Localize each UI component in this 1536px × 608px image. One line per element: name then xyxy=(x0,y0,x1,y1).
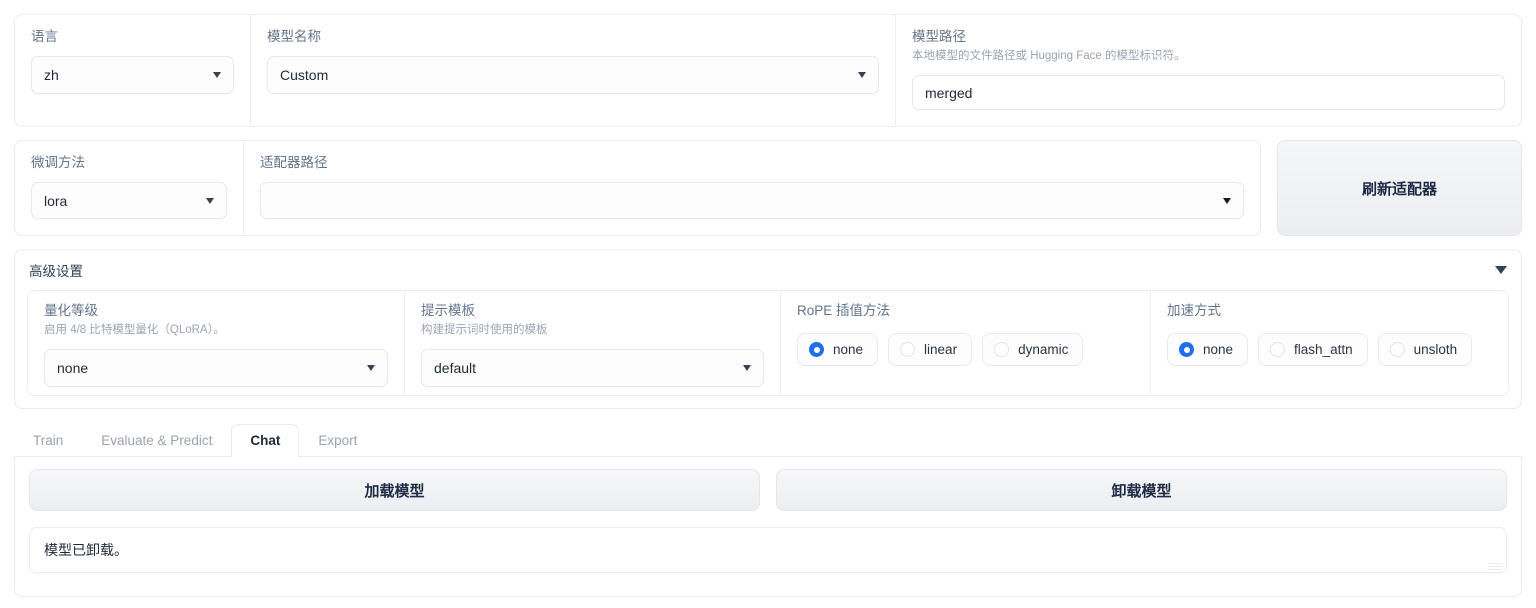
chevron-down-icon xyxy=(858,72,866,78)
quantization-value: none xyxy=(57,360,89,376)
finetune-method-field: 微调方法 lora xyxy=(15,141,243,235)
chevron-down-icon xyxy=(743,365,751,371)
radio-selected-icon xyxy=(809,342,824,357)
chevron-down-icon xyxy=(213,72,221,78)
quantization-label: 量化等级 xyxy=(44,303,98,318)
tab-train[interactable]: Train xyxy=(14,424,82,457)
rope-option-none[interactable]: none xyxy=(797,333,879,366)
rope-option-linear-label: linear xyxy=(924,342,958,357)
booster-option-flash-attn-label: flash_attn xyxy=(1294,342,1353,357)
booster-option-flash-attn[interactable]: flash_attn xyxy=(1258,333,1368,366)
template-value: default xyxy=(434,360,477,376)
quantization-dropdown[interactable]: none xyxy=(44,349,388,387)
model-name-dropdown[interactable]: Custom xyxy=(267,56,879,94)
booster-field: 加速方式 none flash_attn unsloth xyxy=(1150,291,1508,395)
finetune-panel: 微调方法 lora 适配器路径 xyxy=(14,140,1261,236)
model-path-description: 本地模型的文件路径或 Hugging Face 的模型标识符。 xyxy=(912,50,1186,62)
adapter-path-label: 适配器路径 xyxy=(260,155,328,170)
rope-scaling-label: RoPE 插值方法 xyxy=(797,303,891,318)
radio-unselected-icon xyxy=(1389,342,1405,357)
language-label: 语言 xyxy=(31,29,58,44)
booster-option-unsloth-label: unsloth xyxy=(1413,342,1458,357)
adapter-path-dropdown[interactable] xyxy=(260,182,1244,219)
llama-factory-webui: 语言 zh 模型名称 Custom 模型路径 本地模型的文件路径或 Huggin… xyxy=(0,0,1536,608)
chevron-down-icon xyxy=(367,365,375,371)
model-status-textbox[interactable]: 模型已卸载。 xyxy=(29,527,1507,573)
language-value: zh xyxy=(44,67,59,83)
advanced-settings-body: 量化等级 启用 4/8 比特模型量化（QLoRA）。 none 提示模板 构建提… xyxy=(27,290,1509,396)
chevron-down-icon xyxy=(206,197,214,204)
advanced-settings-title: 高级设置 xyxy=(29,264,83,279)
adapter-path-field: 适配器路径 xyxy=(243,141,1260,235)
model-config-panel: 语言 zh 模型名称 Custom 模型路径 本地模型的文件路径或 Huggin… xyxy=(14,14,1522,127)
finetune-method-value: lora xyxy=(44,192,68,209)
model-status-text: 模型已卸载。 xyxy=(44,542,128,558)
model-name-value: Custom xyxy=(280,67,329,83)
model-path-field: 模型路径 本地模型的文件路径或 Hugging Face 的模型标识符。 mer… xyxy=(895,15,1521,126)
rope-scaling-field: RoPE 插值方法 none linear dynamic xyxy=(780,291,1150,395)
booster-option-none[interactable]: none xyxy=(1167,333,1249,366)
language-dropdown[interactable]: zh xyxy=(31,56,234,94)
rope-option-linear[interactable]: linear xyxy=(888,333,973,366)
booster-option-none-label: none xyxy=(1203,342,1234,357)
main-tabs: Train Evaluate & Predict Chat Export xyxy=(14,424,1522,457)
chat-panel: 加载模型 卸载模型 模型已卸载。 xyxy=(14,457,1522,597)
tab-export[interactable]: Export xyxy=(299,424,376,457)
refresh-adapters-button[interactable]: 刷新适配器 xyxy=(1277,140,1522,236)
load-model-button[interactable]: 加载模型 xyxy=(29,469,760,511)
language-field: 语言 zh xyxy=(15,15,250,126)
advanced-settings-header[interactable]: 高级设置 xyxy=(15,250,1521,290)
booster-label: 加速方式 xyxy=(1167,303,1221,318)
radio-unselected-icon xyxy=(1270,342,1286,357)
tab-chat[interactable]: Chat xyxy=(231,424,300,457)
unload-model-button[interactable]: 卸载模型 xyxy=(776,469,1507,511)
template-dropdown[interactable]: default xyxy=(421,349,764,387)
model-path-label: 模型路径 xyxy=(912,29,966,44)
rope-option-dynamic[interactable]: dynamic xyxy=(982,333,1084,366)
quantization-description: 启用 4/8 比特模型量化（QLoRA）。 xyxy=(44,324,225,336)
booster-radio-group: none flash_attn unsloth xyxy=(1167,333,1492,366)
radio-unselected-icon xyxy=(994,342,1010,357)
finetune-row: 微调方法 lora 适配器路径 刷新适配器 xyxy=(14,140,1522,236)
model-path-value: merged xyxy=(925,84,973,101)
template-description: 构建提示词时使用的模板 xyxy=(421,324,548,336)
booster-option-unsloth[interactable]: unsloth xyxy=(1377,333,1473,366)
tab-evaluate-predict[interactable]: Evaluate & Predict xyxy=(82,424,231,457)
radio-unselected-icon xyxy=(900,342,916,357)
model-name-field: 模型名称 Custom xyxy=(250,15,895,126)
radio-selected-icon xyxy=(1179,342,1194,357)
finetune-method-label: 微调方法 xyxy=(31,155,85,170)
rope-option-dynamic-label: dynamic xyxy=(1018,342,1069,357)
resize-handle-icon[interactable] xyxy=(1488,561,1502,570)
model-path-input[interactable]: merged xyxy=(912,75,1505,110)
template-field: 提示模板 构建提示词时使用的模板 default xyxy=(404,291,780,395)
rope-option-none-label: none xyxy=(833,342,864,357)
template-label: 提示模板 xyxy=(421,303,475,318)
model-action-buttons: 加载模型 卸载模型 xyxy=(29,469,1507,511)
advanced-settings-accordion: 高级设置 量化等级 启用 4/8 比特模型量化（QLoRA）。 none 提示模… xyxy=(14,249,1522,409)
model-name-label: 模型名称 xyxy=(267,29,321,44)
chevron-down-icon xyxy=(1223,197,1231,204)
finetune-method-dropdown[interactable]: lora xyxy=(31,182,227,219)
chevron-down-icon[interactable] xyxy=(1495,266,1507,274)
rope-scaling-radio-group: none linear dynamic xyxy=(797,333,1134,366)
quantization-field: 量化等级 启用 4/8 比特模型量化（QLoRA）。 none xyxy=(28,291,404,395)
